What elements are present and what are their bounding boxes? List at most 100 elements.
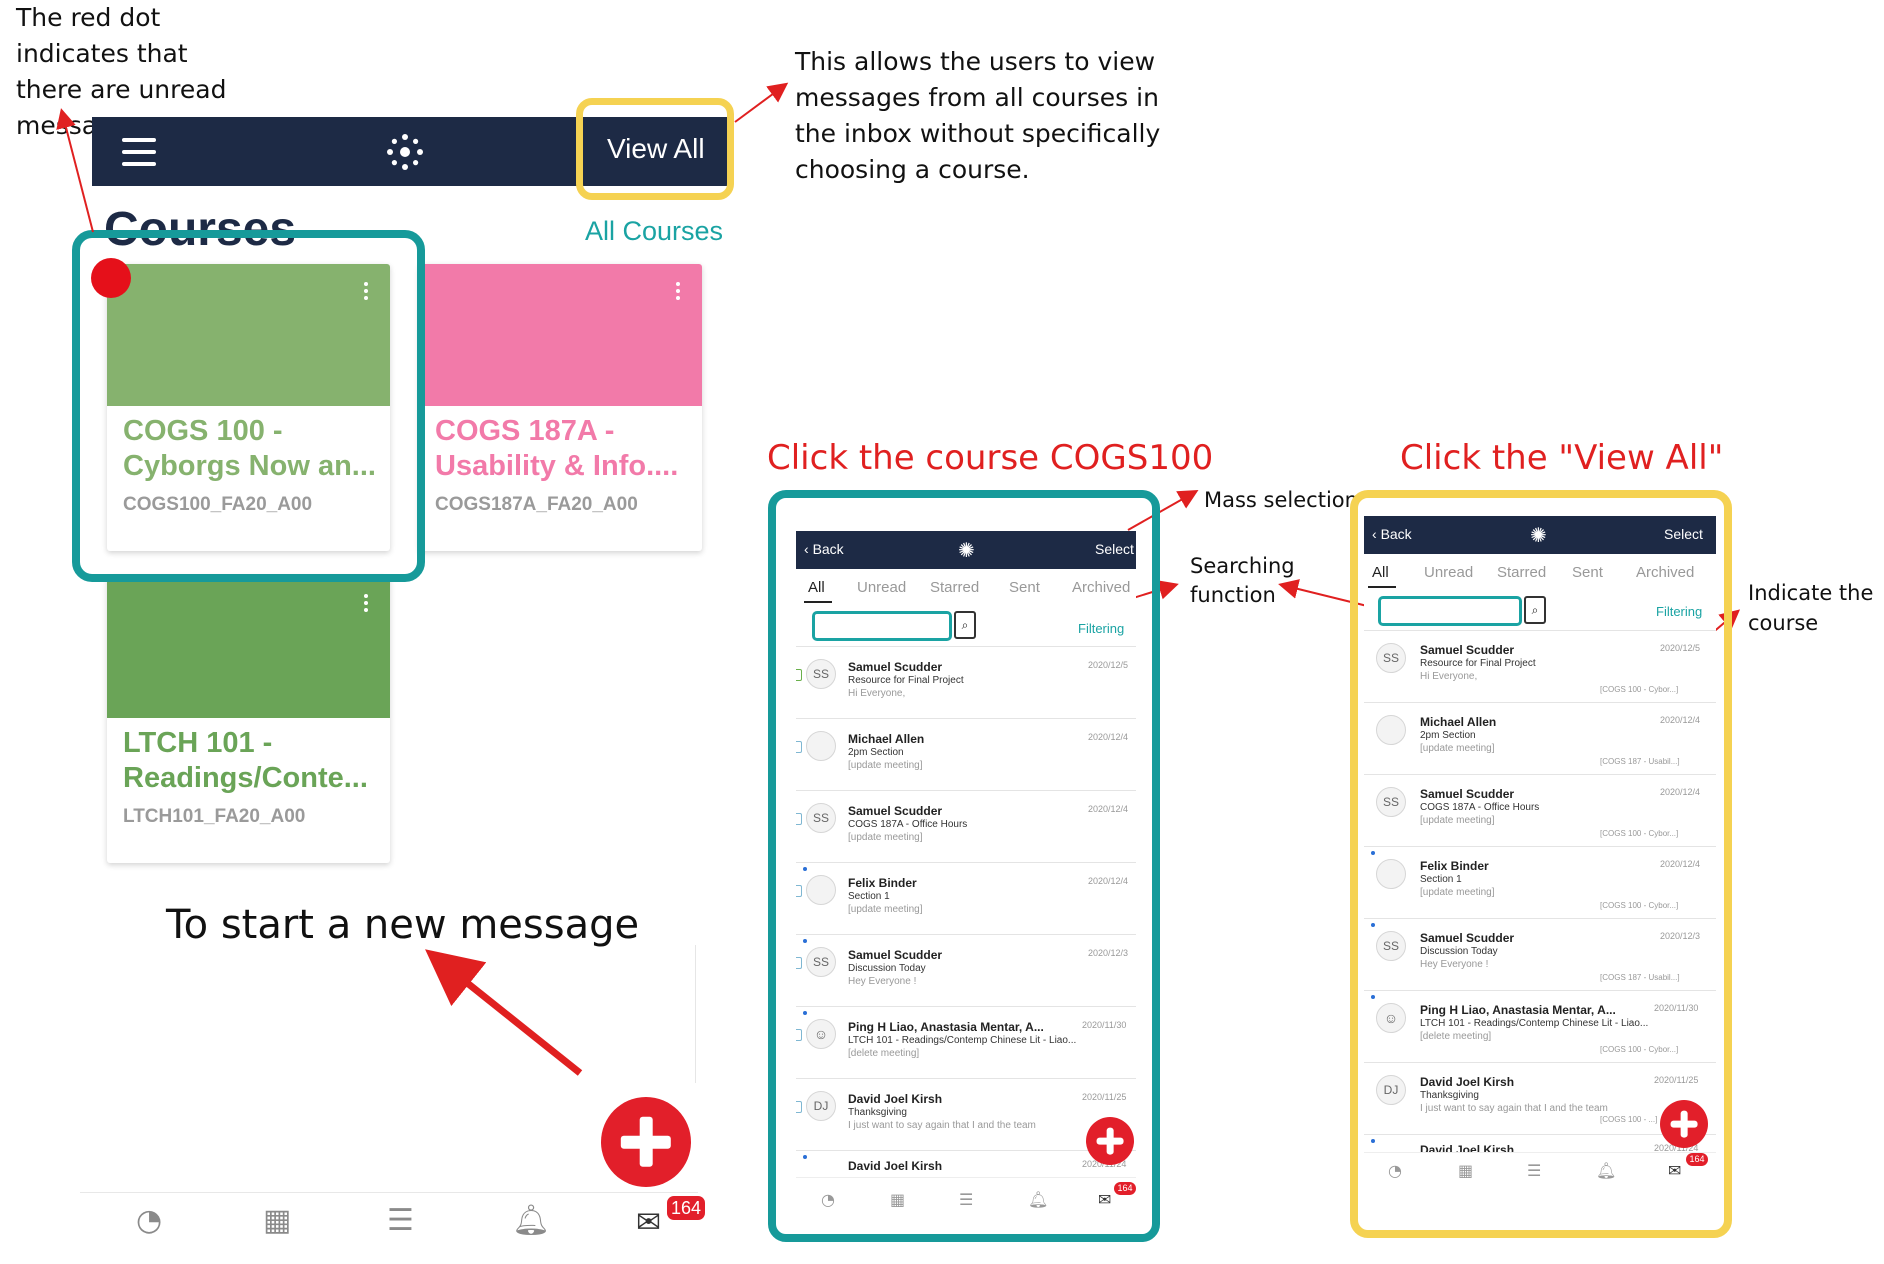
tab-sent[interactable]: Sent: [1009, 579, 1040, 596]
search-icon[interactable]: ⌕: [1524, 596, 1546, 624]
message-row[interactable]: Michael Allen 2pm Section [update meetin…: [1364, 702, 1716, 775]
message-date: 2020/12/3: [1660, 931, 1701, 941]
message-preview: [update meeting]: [848, 832, 923, 843]
tab-unread[interactable]: Unread: [857, 579, 906, 596]
mail-icon[interactable]: ✉: [1098, 1190, 1111, 1209]
search-icon[interactable]: ⌕: [954, 611, 976, 639]
checkbox[interactable]: [796, 885, 802, 897]
checkbox[interactable]: [796, 813, 802, 825]
back-button[interactable]: ‹ Back: [804, 541, 844, 557]
message-preview: Hi Everyone,: [848, 688, 906, 699]
message-preview: [update meeting]: [848, 904, 923, 915]
bell-icon[interactable]: 🔔︎: [1028, 1190, 1048, 1209]
avatar: SS: [806, 659, 836, 689]
avatar: SS: [1376, 931, 1406, 961]
message-row[interactable]: SS Samuel Scudder Resource for Final Pro…: [796, 646, 1136, 719]
avatar: [806, 731, 836, 761]
tab-all[interactable]: All: [808, 579, 825, 596]
group-avatar-icon: ☺: [806, 1019, 836, 1049]
message-subject: Section 1: [1420, 874, 1462, 885]
checkbox-checked[interactable]: [796, 669, 802, 681]
calendar-icon[interactable]: ▦: [890, 1190, 905, 1209]
tab-starred[interactable]: Starred: [930, 579, 979, 596]
title-click-view-all: Click the "View All": [1400, 438, 1724, 478]
filter-link[interactable]: Filtering: [1656, 604, 1702, 619]
sender-name: Samuel Scudder: [848, 804, 943, 818]
message-preview: [update meeting]: [1420, 887, 1495, 898]
group-avatar-icon: ☺: [1376, 1003, 1406, 1033]
sender-name: Samuel Scudder: [1420, 931, 1515, 945]
back-button[interactable]: ‹ Back: [1372, 526, 1412, 542]
checklist-icon[interactable]: ☰: [1527, 1161, 1541, 1180]
avatar: SS: [1376, 787, 1406, 817]
message-row[interactable]: ☺ Ping H Liao, Anastasia Mentar, A... LT…: [1364, 990, 1716, 1063]
message-row[interactable]: Michael Allen 2pm Section [update meetin…: [796, 718, 1136, 791]
unread-dot: [803, 1155, 807, 1159]
compose-button[interactable]: [1660, 1100, 1708, 1148]
message-course: [COGS 100 - Cybor...]: [1600, 685, 1679, 694]
inbox-bottom-nav: ◔ ▦ ☰ 🔔︎ ✉ 164: [796, 1177, 1136, 1225]
calendar-icon[interactable]: ▦: [1458, 1161, 1473, 1180]
message-date: 2020/12/3: [1088, 948, 1129, 958]
canvas-logo-icon: ✺: [1530, 525, 1547, 547]
sender-name: Samuel Scudder: [1420, 787, 1515, 801]
message-course: [COGS 100 - Cybor...]: [1600, 829, 1679, 838]
message-row[interactable]: DJ David Joel Kirsh Thanksgiving I just …: [796, 1078, 1136, 1151]
cogs100-inbox-screen: ‹ Back ✺ Select All Unread Starred Sent …: [796, 531, 1136, 1225]
mail-icon[interactable]: ✉: [1668, 1161, 1681, 1180]
sender-name: Samuel Scudder: [848, 948, 943, 962]
unread-dot: [1371, 995, 1375, 999]
search-input[interactable]: [812, 611, 952, 641]
tab-unread[interactable]: Unread: [1424, 564, 1473, 581]
sender-name: David Joel Kirsh: [1420, 1075, 1515, 1089]
avatar: DJ: [806, 1091, 836, 1121]
gauge-icon[interactable]: ◔: [821, 1190, 835, 1209]
message-subject: Resource for Final Project: [848, 675, 964, 686]
message-row[interactable]: SS Samuel Scudder Resource for Final Pro…: [1364, 630, 1716, 703]
message-row[interactable]: SS Samuel Scudder COGS 187A - Office Hou…: [1364, 774, 1716, 847]
message-row[interactable]: SS Samuel Scudder COGS 187A - Office Hou…: [796, 790, 1136, 863]
tab-all[interactable]: All: [1372, 564, 1389, 581]
compose-button[interactable]: [1086, 1117, 1134, 1165]
message-course: [COGS 187 - Usabil...]: [1600, 757, 1680, 766]
message-preview: I just want to say again that I and the …: [1420, 1103, 1608, 1114]
message-preview: [update meeting]: [848, 760, 923, 771]
sender-name: Felix Binder: [848, 876, 917, 890]
filter-link[interactable]: Filtering: [1078, 621, 1124, 636]
message-preview: Hey Everyone !: [848, 976, 917, 987]
view-all-inbox-screen: ‹ Back ✺ Select All Unread Starred Sent …: [1364, 516, 1716, 1216]
unread-dot: [1371, 851, 1375, 855]
tab-sent[interactable]: Sent: [1572, 564, 1603, 581]
avatar: SS: [806, 803, 836, 833]
avatar: DJ: [1376, 1075, 1406, 1105]
sender-name: Ping H Liao, Anastasia Mentar, A...: [1420, 1003, 1616, 1017]
inbox-top-bar: ‹ Back ✺ Select: [1364, 516, 1716, 554]
message-row[interactable]: Felix Binder Section 1 [update meeting] …: [796, 862, 1136, 935]
message-date: 2020/12/4: [1088, 804, 1129, 814]
message-row[interactable]: ☺ Ping H Liao, Anastasia Mentar, A... LT…: [796, 1006, 1136, 1079]
message-row[interactable]: Felix Binder Section 1 [update meeting] …: [1364, 846, 1716, 919]
bell-icon[interactable]: 🔔︎: [1596, 1161, 1616, 1180]
gauge-icon[interactable]: ◔: [1388, 1161, 1402, 1180]
checkbox[interactable]: [796, 1029, 802, 1041]
sender-name: Ping H Liao, Anastasia Mentar, A...: [848, 1020, 1044, 1034]
message-preview: [update meeting]: [1420, 743, 1495, 754]
message-row[interactable]: SS Samuel Scudder Discussion Today Hey E…: [796, 934, 1136, 1007]
sender-name: David Joel Kirsh: [848, 1092, 943, 1106]
select-button[interactable]: Select: [1664, 526, 1703, 542]
message-date: 2020/11/25: [1082, 1092, 1127, 1102]
avatar: [1376, 859, 1406, 889]
tab-archived[interactable]: Archived: [1636, 564, 1694, 581]
checklist-icon[interactable]: ☰: [959, 1190, 973, 1209]
tab-archived[interactable]: Archived: [1072, 579, 1130, 596]
checkbox[interactable]: [796, 1101, 802, 1113]
message-subject: LTCH 101 - Readings/Contemp Chinese Lit …: [848, 1035, 1077, 1046]
checkbox[interactable]: [796, 741, 802, 753]
search-input[interactable]: [1378, 596, 1522, 626]
tab-underline: [804, 601, 832, 603]
message-course: [COGS 100 - Cybor...]: [1600, 1045, 1679, 1054]
select-button[interactable]: Select: [1095, 541, 1134, 557]
checkbox[interactable]: [796, 957, 802, 969]
tab-starred[interactable]: Starred: [1497, 564, 1546, 581]
message-row[interactable]: SS Samuel Scudder Discussion Today Hey E…: [1364, 918, 1716, 991]
